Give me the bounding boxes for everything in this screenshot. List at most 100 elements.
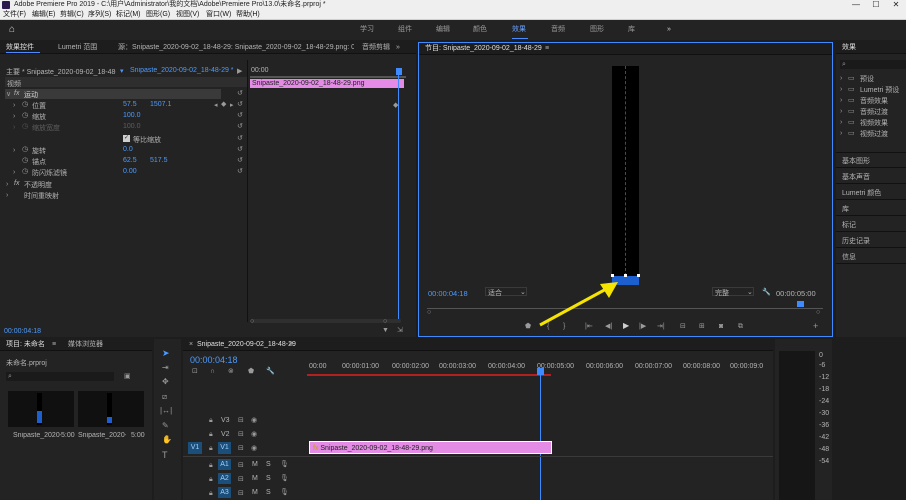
project-item-name[interactable]: Snipaste_2020-09-... (78, 432, 126, 439)
tab-lumetri-scopes[interactable]: Lumetri 范围 (58, 42, 97, 54)
expand-arrow-icon[interactable]: › (13, 147, 15, 154)
menu-file[interactable]: 文件(F) (3, 10, 26, 20)
workspace-overflow-button[interactable]: » (667, 20, 671, 40)
fx-badge-icon[interactable]: fx (14, 90, 19, 97)
track-target-a2[interactable]: A2 (218, 473, 231, 484)
project-item-name[interactable]: Snipaste_2020-09-0... (13, 432, 61, 439)
reset-icon[interactable]: ↺ (237, 123, 243, 130)
comparison-view-icon[interactable]: ⧉ (738, 323, 743, 330)
slip-tool-icon[interactable]: |↔| (160, 407, 172, 415)
effects-search-input[interactable]: ⌕ (840, 60, 906, 69)
close-button[interactable]: ✕ (886, 0, 906, 10)
track-select-tool-icon[interactable]: ⇥ (162, 364, 169, 372)
dropdown-caret-icon[interactable]: ▾ (120, 67, 126, 75)
tab-sequence[interactable]: Snipaste_2020-09-02_18-48-29 (197, 339, 296, 351)
next-keyframe-icon[interactable]: ▸ (230, 102, 234, 109)
quality-dropdown[interactable]: 完整 ⌄ (712, 287, 754, 297)
transform-handle[interactable] (637, 274, 640, 277)
track-label[interactable]: V3 (221, 417, 230, 424)
lock-icon[interactable]: 🔒︎ (209, 445, 213, 452)
workspace-color[interactable]: 颜色 (473, 20, 487, 40)
rotation-value[interactable]: 0.0 (123, 146, 133, 153)
fit-dropdown[interactable]: 适合 ⌄ (485, 287, 527, 297)
expand-arrow-icon[interactable]: › (13, 169, 15, 176)
mini-playhead-handle[interactable] (396, 68, 402, 75)
tab-audio-clip-mixer[interactable]: 音频剪辑 (362, 42, 390, 54)
effects-tree-item[interactable]: 视频过渡 (860, 129, 888, 139)
panel-menu-icon[interactable]: ≡ (545, 43, 549, 55)
reset-icon[interactable]: ↺ (237, 101, 243, 108)
expand-arrow-icon[interactable]: › (13, 113, 15, 120)
ripple-edit-tool-icon[interactable]: ✥ (162, 378, 169, 386)
type-tool-icon[interactable]: T (162, 451, 168, 460)
solo-button[interactable]: S (266, 461, 271, 468)
export-frame-icon[interactable]: ⇲ (397, 327, 403, 334)
anchor-x-value[interactable]: 62.5 (123, 157, 137, 164)
workspace-graphics[interactable]: 图形 (590, 20, 604, 40)
workspace-editing[interactable]: 编辑 (436, 20, 450, 40)
master-clip-label[interactable]: 主要 * Snipaste_2020-09-02_18-48-29.png (6, 67, 116, 77)
timeline-timecode[interactable]: 00:00:04:18 (190, 355, 238, 365)
scale-value[interactable]: 100.0 (123, 112, 141, 119)
keyframe-diamond-icon[interactable]: ◆ (221, 101, 226, 108)
expand-arrow-icon[interactable]: › (840, 130, 842, 137)
lock-icon[interactable]: 🔒︎ (209, 417, 213, 424)
add-button-icon[interactable]: + (813, 322, 818, 331)
stopwatch-icon[interactable]: ◷ (22, 157, 28, 164)
export-frame-icon[interactable]: ◙ (719, 323, 723, 330)
reset-icon[interactable]: ↺ (237, 157, 243, 164)
menu-help[interactable]: 帮助(H) (236, 10, 260, 20)
mute-button[interactable]: M (252, 475, 258, 482)
effects-tree-item[interactable]: 音频过渡 (860, 107, 888, 117)
lock-icon[interactable]: 🔒︎ (209, 490, 213, 497)
mini-zoom-scrollbar[interactable] (251, 319, 401, 323)
expand-arrow-icon[interactable]: › (840, 86, 842, 93)
expand-arrow-icon[interactable]: ∨ (6, 91, 11, 98)
panel-history[interactable]: 历史记录 (842, 236, 870, 246)
tab-source[interactable]: 源：Snipaste_2020-09-02_18-48-29: Snipaste… (118, 42, 354, 54)
new-bin-icon[interactable]: ▣ (124, 373, 131, 380)
transform-handle[interactable] (624, 274, 627, 277)
menu-sequence[interactable]: 序列(S) (88, 10, 111, 20)
tab-project[interactable]: 项目: 未命名 (6, 339, 45, 351)
effect-controls-timecode[interactable]: 00:00:04:18 (4, 328, 41, 335)
project-item-thumbnail[interactable] (78, 391, 144, 427)
effects-tree-item[interactable]: Lumetri 预设 (860, 85, 899, 95)
program-playhead[interactable] (797, 301, 804, 307)
microphone-icon[interactable]: 🎙︎ (280, 461, 289, 468)
mute-button[interactable]: M (252, 489, 258, 496)
hand-tool-icon[interactable]: ✋ (162, 436, 172, 444)
work-area-bar[interactable] (307, 374, 551, 376)
microphone-icon[interactable]: 🎙︎ (280, 475, 289, 482)
stopwatch-icon[interactable]: ◷ (22, 146, 28, 153)
sync-lock-icon[interactable]: ⊟ (238, 431, 244, 438)
lock-icon[interactable]: 🔒︎ (209, 462, 213, 469)
eye-icon[interactable]: ◉ (251, 445, 257, 452)
workspace-learn[interactable]: 学习 (360, 20, 374, 40)
reset-icon[interactable]: ↺ (237, 135, 243, 142)
expand-arrow-icon[interactable]: › (840, 119, 842, 126)
home-icon[interactable]: ⌂ (9, 20, 15, 40)
prev-keyframe-icon[interactable]: ◂ (214, 102, 218, 109)
timeline-clip[interactable]: fx Snipaste_2020-09-02_18-48-29.png (309, 441, 552, 454)
track-label[interactable]: V2 (221, 431, 230, 438)
tab-media-browser[interactable]: 媒体浏览器 (68, 339, 103, 351)
scroll-handle-icon[interactable]: ○ (816, 309, 820, 316)
play-icon[interactable]: ▶ (623, 322, 629, 330)
close-tab-icon[interactable]: × (189, 339, 193, 351)
reset-icon[interactable]: ↺ (237, 168, 243, 175)
tab-effects[interactable]: 效果 (842, 42, 856, 54)
scroll-handle-icon[interactable]: ○ (383, 318, 387, 325)
menu-clip[interactable]: 剪辑(C) (60, 10, 84, 20)
stopwatch-icon[interactable]: ◷ (22, 168, 28, 175)
uniform-scale-checkbox[interactable]: ✓ (123, 135, 130, 142)
position-x-value[interactable]: 57.5 (123, 101, 137, 108)
expand-arrow-icon[interactable]: › (840, 97, 842, 104)
sync-lock-icon[interactable]: ⊟ (238, 476, 244, 483)
eye-icon[interactable]: ◉ (251, 417, 257, 424)
sync-lock-icon[interactable]: ⊟ (238, 417, 244, 424)
menu-view[interactable]: 视图(V) (176, 10, 199, 20)
selection-tool-icon[interactable]: ➤ (162, 349, 170, 358)
workspace-assembly[interactable]: 组件 (398, 20, 412, 40)
workspace-libraries[interactable]: 库 (628, 20, 635, 40)
